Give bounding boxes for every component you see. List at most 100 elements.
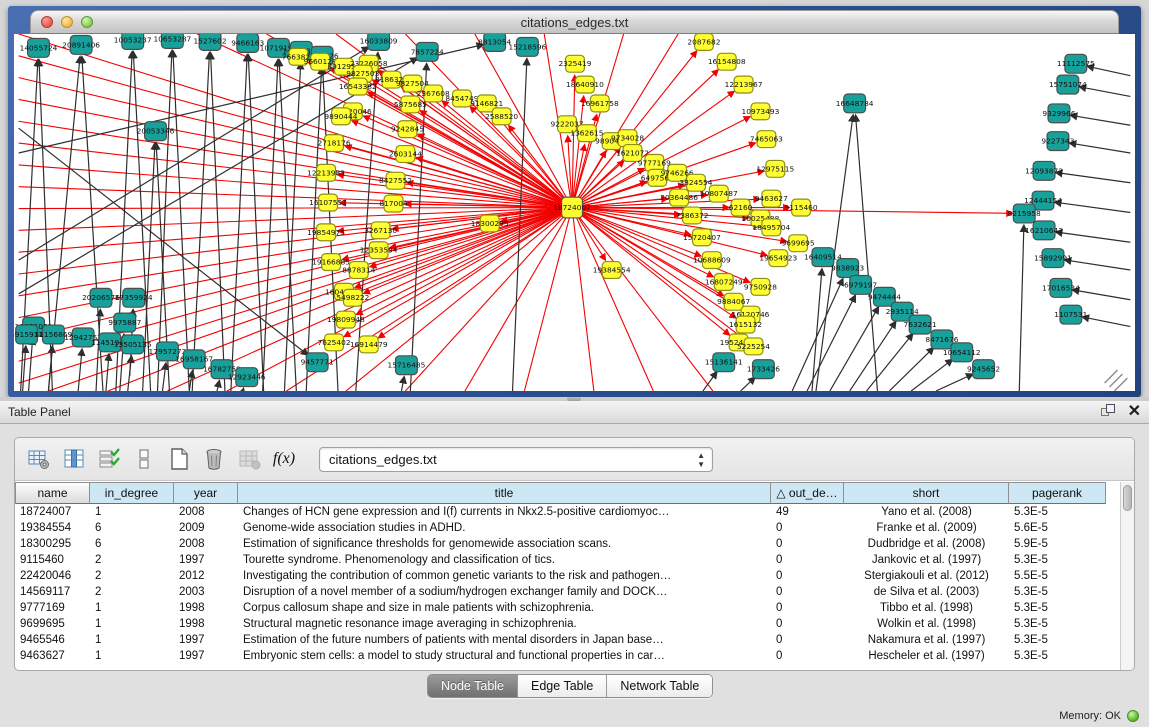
table-row[interactable]: 1872400712008Changes of HCN gene express…	[15, 505, 1120, 521]
column-header-name[interactable]: name	[15, 482, 90, 504]
graph-node-label: 12353594	[360, 246, 398, 255]
graph-node-label: 7632621	[904, 320, 937, 329]
table-cell: Disruption of a novel member of a sodium…	[238, 585, 771, 601]
table-cell: 18300295	[15, 537, 90, 553]
graph-node-label: 12213967	[725, 80, 763, 89]
table-cell: 0	[771, 585, 844, 601]
table-row[interactable]: 946362711997Embryonic stem cells: a mode…	[15, 649, 1120, 665]
table-cell: 2	[90, 553, 174, 569]
graph-node-label: 19854975	[307, 228, 345, 237]
graph-node-label: 16914479	[350, 340, 388, 349]
table-cell: 1997	[174, 553, 238, 569]
graph-node-label: 19809948	[327, 315, 365, 324]
table-cell: 0	[771, 569, 844, 585]
graph-node-label: 16958167	[175, 355, 213, 364]
scrollbar-thumb[interactable]	[1123, 485, 1132, 511]
resize-grip-icon	[1105, 370, 1128, 391]
vertical-scrollbar[interactable]	[1120, 482, 1134, 670]
table-settings-icon[interactable]	[25, 445, 53, 473]
column-header-in_degree[interactable]: in_degree	[90, 482, 174, 504]
table-cell: 0	[771, 601, 844, 617]
table-cell: 5.3E-5	[1009, 649, 1106, 665]
table-cell: 0	[771, 553, 844, 569]
table-cell: 0	[771, 617, 844, 633]
column-header-year[interactable]: year	[174, 482, 238, 504]
table-cell: Investigating the contribution of common…	[238, 569, 771, 585]
table-row[interactable]: 1456911722003Disruption of a novel membe…	[15, 585, 1120, 601]
graph-node-label: 12975115	[756, 164, 794, 173]
graph-node-label: 18300295	[471, 219, 509, 228]
table-selector-combo[interactable]: citations_edges.txt ▲▼	[319, 447, 713, 472]
graph-node-label: 2718176	[317, 139, 350, 148]
graph-node-label: 16033809	[360, 36, 398, 45]
column-header-pagerank[interactable]: pagerank	[1009, 482, 1106, 504]
graph-node-label: 9750928	[744, 282, 777, 291]
graph-node-label: 1733426	[747, 365, 780, 374]
table-cell: 9465546	[15, 633, 90, 649]
table-row[interactable]: 969969511998Structural magnetic resonanc…	[15, 617, 1120, 633]
table-row[interactable]: 946554611997Estimation of the future num…	[15, 633, 1120, 649]
graph-node-label: 1621072	[616, 148, 649, 157]
graph-node-label: 2087682	[687, 37, 720, 46]
table-cell: Tourette syndrome. Phenomenology and cla…	[238, 553, 771, 569]
graph-node-label: 5225254	[737, 342, 770, 351]
graph-node-label: 3267130	[364, 226, 397, 235]
table-cell: 5.9E-5	[1009, 537, 1106, 553]
column-header-out_de[interactable]: △ out_de…	[771, 482, 844, 504]
table-row[interactable]: 2242004622012Investigating the contribut…	[15, 569, 1120, 585]
table-cell: 19384554	[15, 521, 90, 537]
table-row[interactable]: 1938455462009Genome-wide association stu…	[15, 521, 1120, 537]
table-row[interactable]: 977716911998Corpus callosum shape and si…	[15, 601, 1120, 617]
column-header-title[interactable]: title	[238, 482, 771, 504]
network-window-titlebar[interactable]: citations_edges.txt	[30, 10, 1119, 34]
table-cell: 2008	[174, 537, 238, 553]
graph-node-label: 3824554	[679, 178, 712, 187]
close-panel-icon[interactable]: ✕	[1128, 404, 1141, 419]
graph-node-label: 15751074	[1049, 80, 1087, 89]
table-selector-value: citations_edges.txt	[329, 452, 437, 467]
graph-node-label: 62160	[729, 203, 753, 212]
table-cell: 1	[90, 617, 174, 633]
graph-node-label: 18495704	[752, 223, 790, 232]
table-cell: Jankovic et al. (1997)	[844, 553, 1009, 569]
column-header-short[interactable]: short	[844, 482, 1009, 504]
table-cell: 1997	[174, 649, 238, 665]
table-row[interactable]: 911546021997Tourette syndrome. Phenomeno…	[15, 553, 1120, 569]
graph-node-label: 9227343	[1041, 137, 1074, 146]
table-cell: 0	[771, 521, 844, 537]
network-canvas[interactable]: 1405572420891406100532371065328715276029…	[14, 34, 1135, 391]
graph-node-label: 9457771	[301, 358, 334, 367]
table-cell: 18724007	[15, 505, 90, 521]
graph-node-label: 17016534	[1042, 283, 1080, 292]
table-cell: 0	[771, 633, 844, 649]
table-cell: 14569117	[15, 585, 90, 601]
table-cell: 2012	[174, 569, 238, 585]
table-cell: Structural magnetic resonance image aver…	[238, 617, 771, 633]
table-cell: 2	[90, 569, 174, 585]
graph-node-label: 10688609	[693, 256, 731, 265]
graph-node-label: 18640910	[566, 80, 604, 89]
graph-node-label: 15720407	[683, 233, 721, 242]
graph-node-label: 10653287	[153, 34, 191, 43]
function-builder-icon[interactable]: f(x)	[270, 445, 298, 473]
clear-selection-icon[interactable]	[130, 445, 158, 473]
delete-table-icon[interactable]	[200, 445, 228, 473]
float-panel-icon[interactable]	[1101, 404, 1116, 419]
graph-node-label: 20053346	[137, 127, 175, 136]
select-all-icon[interactable]	[95, 445, 123, 473]
combo-stepper-icon: ▲▼	[697, 451, 705, 469]
table-tab-bar: Node TableEdge TableNetwork Table	[427, 674, 713, 698]
new-table-icon[interactable]	[165, 445, 193, 473]
tab-edge-table[interactable]: Edge Table	[518, 675, 607, 697]
table-panel: Table Panel ✕	[0, 401, 1149, 727]
tab-network-table[interactable]: Network Table	[607, 675, 712, 697]
tab-node-table[interactable]: Node Table	[428, 675, 518, 697]
column-visibility-icon[interactable]	[60, 445, 88, 473]
graph-node-label: 6979197	[844, 280, 877, 289]
import-table-disabled-icon	[235, 445, 263, 473]
graph-node-label: 16107552	[309, 198, 347, 207]
graph-node-label: 9329966	[1042, 109, 1075, 118]
table-cell: 5.3E-5	[1009, 585, 1106, 601]
table-cell: Stergiakouli et al. (2012)	[844, 569, 1009, 585]
table-row[interactable]: 1830029562008Estimation of significance …	[15, 537, 1120, 553]
